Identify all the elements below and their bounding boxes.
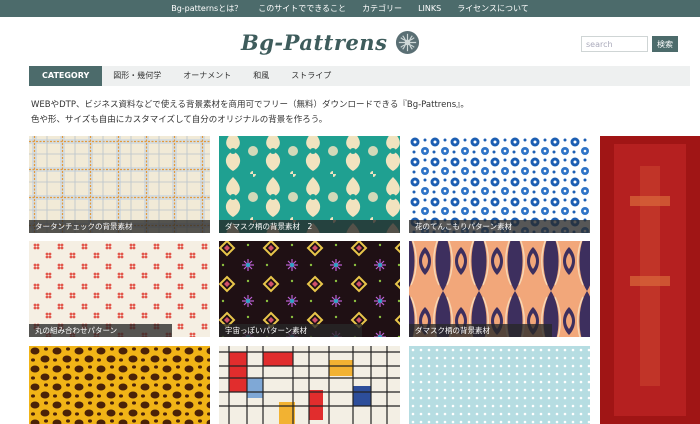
pattern-tile-cosmic[interactable]: 宇宙っぽいパターン素材 [219, 241, 400, 337]
category-nav: CATEGORY 図形・幾何学 オーナメント 和風 ストライプ [29, 66, 690, 86]
top-nav-license[interactable]: ライセンスについて [457, 0, 529, 17]
damask-orange-pattern-image [409, 241, 590, 337]
category-geometric[interactable]: 図形・幾何学 [102, 66, 172, 86]
intro-line-1: WEBやDTP、ビジネス資料などで使える背景素材を商用可でフリー（無料）ダウンロ… [31, 100, 469, 110]
category-stripe[interactable]: ストライプ [280, 66, 342, 86]
pattern-tile-leopard[interactable] [29, 346, 210, 424]
site-logo[interactable]: Bg-Pattrens [241, 29, 420, 55]
pattern-tile-flowers[interactable]: 花のてんこもりパターン素材 [409, 136, 590, 233]
circle-combo-pattern-image [29, 241, 210, 337]
tartan-pattern-image [29, 136, 210, 233]
tile-label: ダマスク柄の背景素材 2 [219, 220, 400, 233]
tile-label: 丸の組み合わせパターン [29, 324, 172, 337]
leopard-pattern-image [29, 346, 210, 424]
top-nav-features[interactable]: このサイトでできること [258, 0, 346, 17]
pattern-tile-blocks[interactable] [219, 346, 400, 424]
damask-teal-pattern-image [219, 136, 400, 233]
logo-flower-icon [396, 30, 420, 54]
ad-banner-image [600, 136, 700, 424]
cosmic-pattern-image [219, 241, 400, 337]
intro-line-2: 色や形、サイズも自由にカスタマイズして自分のオリジナルの背景を作ろう。 [31, 115, 328, 125]
dots-pattern-image [409, 346, 590, 424]
logo-text: Bg-Pattrens [241, 29, 388, 55]
search-form: 検索 [581, 36, 678, 52]
blocks-pattern-image [219, 346, 400, 424]
intro-text: WEBやDTP、ビジネス資料などで使える背景素材を商用可でフリー（無料）ダウンロ… [31, 98, 469, 128]
category-label[interactable]: CATEGORY [29, 66, 103, 86]
search-input[interactable] [581, 36, 648, 52]
pattern-tile-dots[interactable] [409, 346, 590, 424]
top-nav-about[interactable]: Bg-patternsとは？ [171, 0, 242, 17]
top-nav-categories[interactable]: カテゴリー [362, 0, 402, 17]
search-button[interactable]: 検索 [652, 36, 678, 52]
category-ornament[interactable]: オーナメント [172, 66, 242, 86]
tile-label: 花のてんこもりパターン素材 [409, 220, 590, 233]
tile-label: タータンチェックの背景素材 [29, 220, 210, 233]
pattern-tile-damask[interactable]: ダマスク柄の背景素材 [409, 241, 590, 337]
category-japanese[interactable]: 和風 [242, 66, 280, 86]
tile-label: 宇宙っぽいパターン素材 [219, 324, 362, 337]
ad-banner[interactable] [600, 136, 700, 424]
pattern-tile-circles[interactable]: 丸の組み合わせパターン [29, 241, 210, 337]
top-nav: Bg-patternsとは？ このサイトでできること カテゴリー LINKS ラ… [0, 0, 700, 17]
top-nav-links[interactable]: LINKS [418, 0, 441, 17]
pattern-tile-damask-2[interactable]: ダマスク柄の背景素材 2 [219, 136, 400, 233]
flower-pattern-image [409, 136, 590, 233]
tile-label: ダマスク柄の背景素材 [409, 324, 552, 337]
top-bar: Bg-patternsとは？ このサイトでできること カテゴリー LINKS ラ… [0, 0, 700, 17]
pattern-tile-tartan[interactable]: タータンチェックの背景素材 [29, 136, 210, 233]
